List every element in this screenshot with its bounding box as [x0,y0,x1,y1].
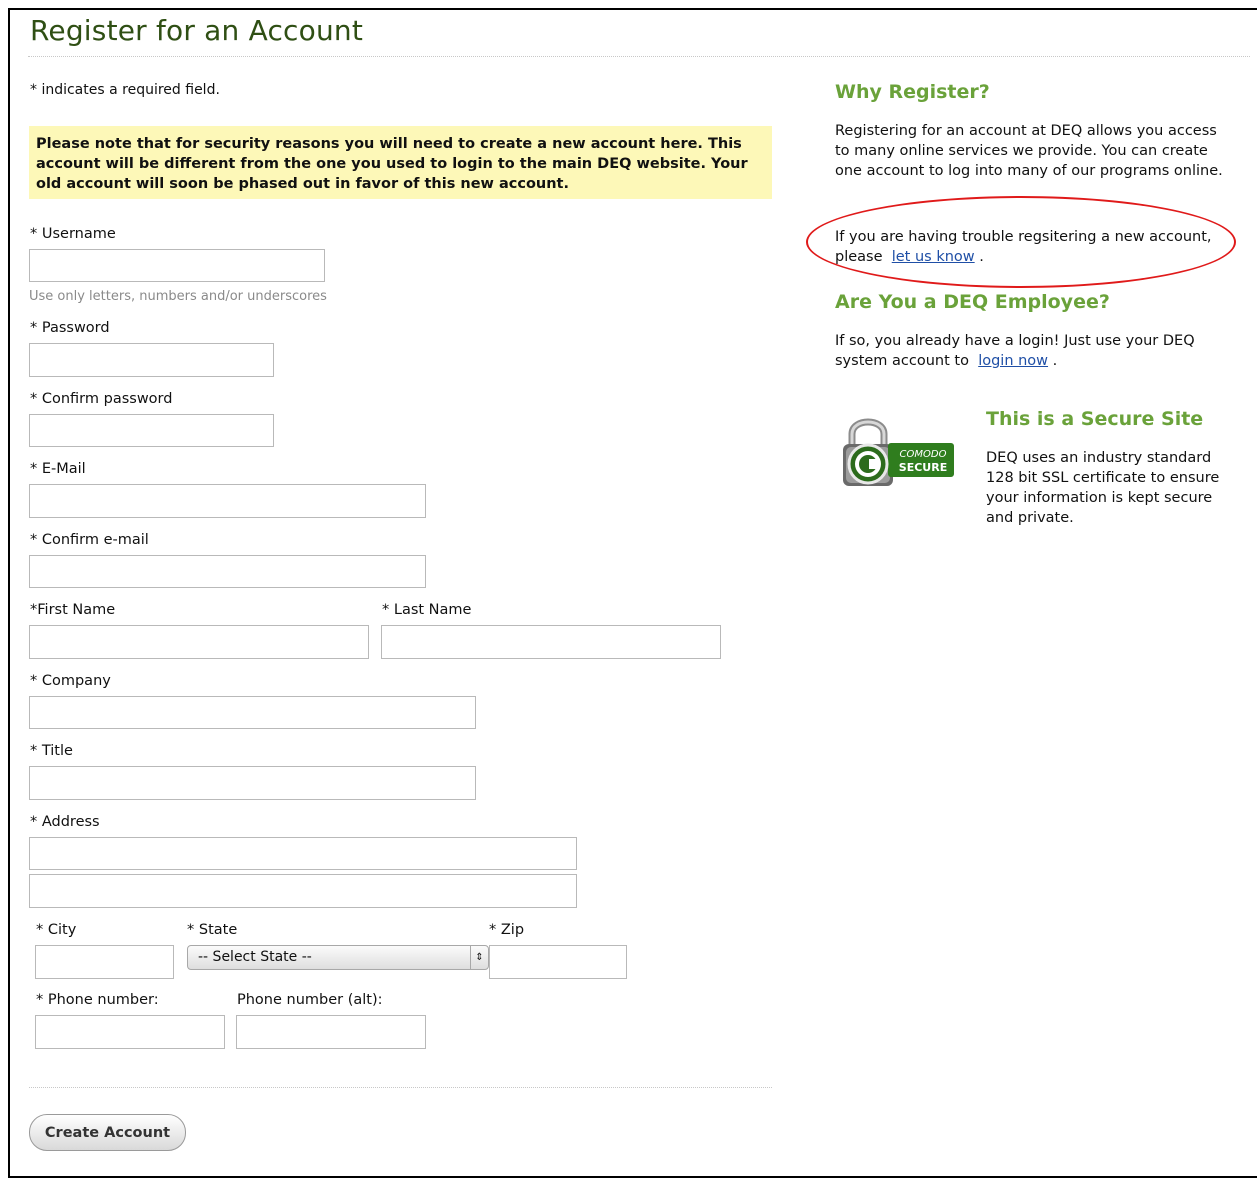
form-divider [29,1087,772,1088]
confirm-password-label: * Confirm password [30,391,173,407]
employee-text: If so, you already have a login! Just us… [835,331,1220,371]
zip-label: * Zip [489,922,525,938]
badge-line1: COMODO [900,449,947,460]
secure-site-text: DEQ uses an industry standard 128 bit SS… [986,450,1220,526]
password-label: * Password [30,320,110,336]
page-title: Register for an Account [30,14,364,47]
address-label: * Address [30,814,100,830]
create-account-button[interactable]: Create Account [29,1114,186,1151]
login-now-link[interactable]: login now [978,353,1048,369]
username-hint: Use only letters, numbers and/or undersc… [29,289,327,304]
select-arrows-icon: ⇕ [470,946,488,969]
address-line2-input[interactable] [29,874,577,908]
username-label: * Username [30,226,116,242]
badge-line2: SECURE [899,461,947,474]
phone-alt-label: Phone number (alt): [237,992,383,1008]
required-field-note: * indicates a required field. [30,82,220,98]
address-line1-input[interactable] [29,837,577,870]
security-notice: Please note that for security reasons yo… [29,126,772,199]
secure-site-heading: This is a Secure Site [986,408,1204,430]
password-input[interactable] [29,343,274,377]
title-input[interactable] [29,766,476,800]
why-register-text: Registering for an account at DEQ allows… [835,123,1223,179]
annotation-circle [806,196,1236,288]
city-label: * City [36,922,77,938]
email-input[interactable] [29,484,426,518]
employee-heading: Are You a DEQ Employee? [835,291,1110,313]
state-select[interactable]: -- Select State -- ⇕ [187,945,489,970]
zip-input[interactable] [489,945,627,979]
last-name-input[interactable] [381,625,721,659]
first-name-input[interactable] [29,625,369,659]
state-selected-value: -- Select State -- [198,949,312,965]
phone-alt-input[interactable] [236,1015,426,1049]
title-divider [28,56,1250,57]
confirm-password-input[interactable] [29,414,274,447]
company-input[interactable] [29,696,476,729]
email-label: * E-Mail [30,461,86,477]
phone-label: * Phone number: [36,992,159,1008]
last-name-label: * Last Name [382,602,472,618]
padlock-icon: COMODO SECURE [843,418,954,486]
confirm-email-input[interactable] [29,555,426,588]
first-name-label: *First Name [30,602,116,618]
phone-input[interactable] [35,1015,225,1049]
company-label: * Company [30,673,111,689]
employee-text-end: . [1052,353,1058,369]
username-input[interactable] [29,249,325,282]
city-input[interactable] [35,945,174,979]
state-label: * State [187,922,238,938]
confirm-email-label: * Confirm e-mail [30,532,149,548]
why-register-heading: Why Register? [835,81,990,103]
title-label: * Title [30,743,73,759]
